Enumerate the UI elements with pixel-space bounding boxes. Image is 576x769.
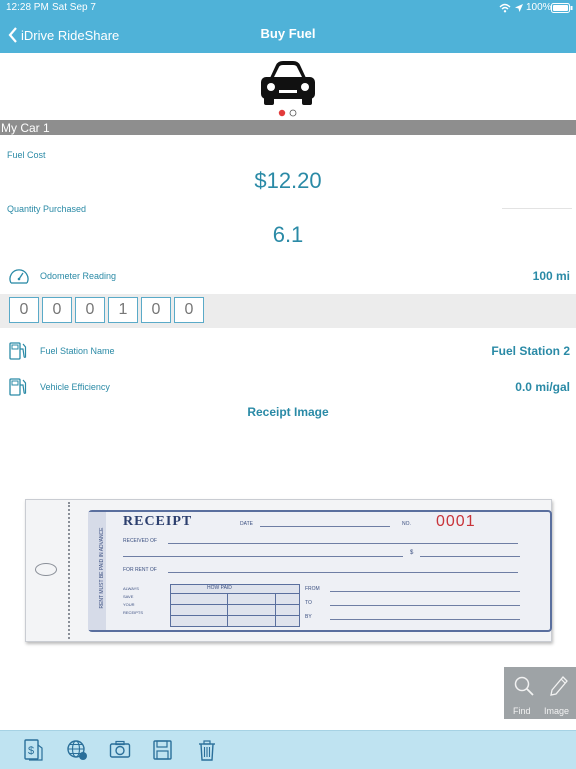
car-icon[interactable] <box>259 60 317 106</box>
image-label: Image <box>544 706 570 716</box>
receipt-to-label: TO <box>305 600 312 606</box>
odometer-value: 100 mi <box>532 269 570 283</box>
section-header-label: My Car 1 <box>1 121 50 135</box>
odometer-digit[interactable]: 0 <box>75 297 105 323</box>
fuel-station-label: Fuel Station Name <box>40 346 115 356</box>
find-button[interactable]: Find <box>508 673 538 719</box>
magnifier-icon <box>514 676 534 696</box>
receipt-date-label: DATE <box>240 521 253 527</box>
section-header: My Car 1 <box>0 120 576 135</box>
receipt-by-label: BY <box>305 614 312 620</box>
divider <box>502 208 572 209</box>
receipt-line <box>123 556 403 557</box>
odometer-digit-strip: 0 0 0 1 0 0 <box>0 294 576 328</box>
receipt-how-paid-table: HOW PAID <box>170 584 300 627</box>
receipt-dollar-icon[interactable]: $ <box>23 739 45 761</box>
save-disk-icon[interactable] <box>152 739 174 761</box>
wifi-icon <box>499 3 511 13</box>
image-tools-panel: Find Image <box>504 667 576 719</box>
svg-text:$: $ <box>28 745 34 757</box>
odometer-digit[interactable]: 0 <box>9 297 39 323</box>
status-date: Sat Sep 7 <box>52 2 96 13</box>
fuel-station-value[interactable]: Fuel Station 2 <box>420 344 570 358</box>
bottom-toolbar: $ <box>0 730 576 769</box>
quantity-label: Quantity Purchased <box>7 204 87 214</box>
receipt-table-line <box>171 604 299 605</box>
vehicle-efficiency-value: 0.0 mi/gal <box>515 380 570 394</box>
navigation-bar: iDrive RideShare Buy Fuel <box>0 16 576 53</box>
fuel-pump-icon <box>9 378 27 396</box>
punch-hole <box>35 563 57 576</box>
status-bar: 12:28 PM Sat Sep 7 100% <box>0 0 576 16</box>
location-arrow-icon <box>515 4 523 12</box>
odometer-label: Odometer Reading <box>40 271 117 281</box>
receipt-receipts: RECEIPTS <box>123 610 144 615</box>
receipt-no-label: NO. <box>402 521 411 527</box>
receipt-image-heading: Receipt Image <box>247 405 329 419</box>
odometer-digit[interactable]: 0 <box>42 297 72 323</box>
receipt-line <box>260 526 390 527</box>
pencil-icon <box>550 676 568 696</box>
receipt-from-label: FROM <box>305 586 320 592</box>
quantity-value[interactable]: 6.1 <box>0 222 576 248</box>
receipt-how-paid-label: HOW PAID <box>207 585 232 591</box>
vehicle-efficiency-label: Vehicle Efficiency <box>40 382 110 392</box>
receipt-save: SAVE <box>123 594 134 599</box>
receipt-number: 0001 <box>436 513 476 530</box>
speedometer-icon <box>9 269 29 284</box>
image-edit-button[interactable]: Image <box>542 673 576 719</box>
odometer-digit[interactable]: 1 <box>108 297 138 323</box>
receipt-line <box>330 591 520 592</box>
battery-percent: 100% <box>526 2 552 13</box>
globe-icon[interactable] <box>66 739 88 761</box>
odometer-digit[interactable]: 0 <box>141 297 171 323</box>
receipt-line <box>168 543 518 544</box>
fuel-pump-icon <box>9 342 27 360</box>
receipt-side-text: RENT MUST BE PAID IN ADVANCE <box>99 527 105 609</box>
receipt-dollar-sign: $ <box>410 550 414 556</box>
fuel-cost-value[interactable]: $12.20 <box>0 168 576 194</box>
page-title: Buy Fuel <box>260 26 316 41</box>
status-time: 12:28 PM <box>6 2 49 13</box>
carousel-page-indicator[interactable] <box>278 109 298 117</box>
perforation-line <box>68 502 70 639</box>
find-label: Find <box>513 706 531 716</box>
camera-icon[interactable] <box>109 739 131 761</box>
receipt-title: RECEIPT <box>123 514 193 529</box>
receipt-line <box>168 572 518 573</box>
receipt-for-rent-label: FOR RENT OF <box>123 567 157 573</box>
receipt-table-line <box>227 593 228 626</box>
receipt-line <box>330 619 520 620</box>
receipt-received-label: RECEIVED OF <box>123 538 157 544</box>
battery-icon <box>551 3 573 13</box>
receipt-table-line <box>275 593 276 626</box>
odometer-digits[interactable]: 0 0 0 1 0 0 <box>9 297 204 323</box>
receipt-form: RENT MUST BE PAID IN ADVANCE RECEIPT DAT… <box>88 510 552 632</box>
receipt-table-line <box>171 593 299 594</box>
receipt-image[interactable]: RENT MUST BE PAID IN ADVANCE RECEIPT DAT… <box>25 499 552 642</box>
fuel-cost-label: Fuel Cost <box>7 150 46 160</box>
trash-icon[interactable] <box>196 739 218 761</box>
receipt-table-line <box>171 615 299 616</box>
odometer-digit[interactable]: 0 <box>174 297 204 323</box>
receipt-line <box>420 556 520 557</box>
receipt-your: YOUR <box>123 602 135 607</box>
receipt-always: ALWAYS <box>123 586 139 591</box>
receipt-line <box>330 605 520 606</box>
receipt-always-save-text: ALWAYS SAVE YOUR RECEIPTS <box>123 585 143 617</box>
